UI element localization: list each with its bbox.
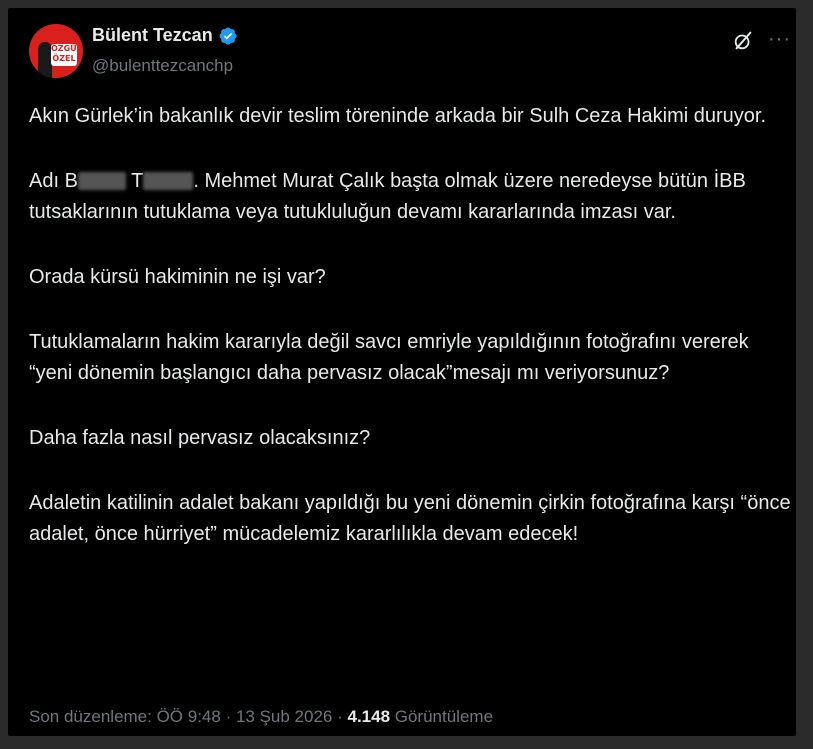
avatar[interactable]: ÖZGÜR ÖZEL	[29, 24, 83, 78]
tweet-paragraph: Tutuklamaların hakim kararıyla değil sav…	[29, 331, 749, 384]
more-options-button[interactable]: ···	[768, 28, 791, 51]
tweet-paragraph: Orada kürsü hakiminin ne işi var?	[29, 266, 326, 288]
tweet-paragraph: Adaletin katilinin adalet bakanı yapıldı…	[29, 492, 791, 545]
tweet-text-segment: Adı B	[29, 170, 78, 192]
grok-icon[interactable]	[732, 30, 754, 52]
views-label: Görüntüleme	[390, 707, 494, 726]
avatar-badge: ÖZGÜR ÖZEL	[51, 44, 83, 66]
tweet-card: ÖZGÜR ÖZEL Bülent Tezcan @bulenttezcanch…	[8, 8, 796, 736]
redacted-name-2	[143, 172, 194, 190]
views-count: 4.148	[347, 707, 391, 726]
avatar-figure	[38, 42, 52, 78]
redacted-name-1	[77, 172, 126, 190]
tweet-paragraph: Daha fazla nasıl pervasız olacaksınız?	[29, 427, 371, 449]
edited-timestamp[interactable]: Son düzenleme: ÖÖ 9:48 · 13 Şub 2026 ·	[29, 707, 347, 726]
tweet-paragraph: Akın Gürlek’in bakanlık devir teslim tör…	[29, 105, 767, 127]
tweet-text-segment: T	[131, 170, 144, 192]
tweet-paragraph: Adı B T. Mehmet Murat Çalık başta olmak …	[29, 166, 794, 228]
verified-icon	[219, 26, 237, 45]
tweet-meta: Son düzenleme: ÖÖ 9:48 · 13 Şub 2026 · 4…	[29, 707, 493, 727]
author-handle[interactable]: @bulenttezcanchp	[92, 56, 233, 76]
tweet-text: Akın Gürlek’in bakanlık devir teslim tör…	[29, 101, 794, 584]
author-name-row[interactable]: Bülent Tezcan	[92, 25, 238, 46]
author-name[interactable]: Bülent Tezcan	[92, 25, 213, 46]
